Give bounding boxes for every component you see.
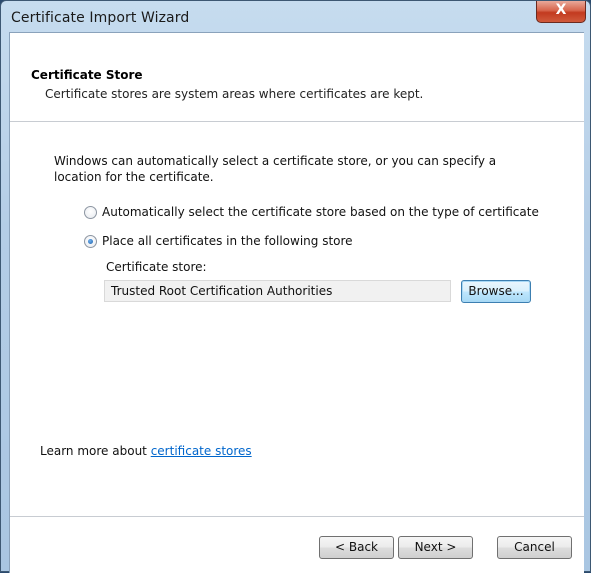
cancel-button[interactable]: Cancel [497,536,572,559]
title-bar[interactable]: Certificate Import Wizard X [1,1,590,35]
intro-text: Windows can automatically select a certi… [54,154,497,184]
certificate-store-label: Certificate store: [106,260,207,274]
wizard-window: Certificate Import Wizard X Certificate … [0,0,591,573]
window-title: Certificate Import Wizard [11,10,190,26]
place-in-store-label[interactable]: Place all certificates in the following … [102,234,353,248]
back-button[interactable]: < Back [319,536,394,559]
certificate-store-field: Trusted Root Certification Authorities [104,280,451,302]
place-in-store-radio[interactable] [84,235,97,248]
browse-button[interactable]: Browse... [461,280,531,303]
learn-more-prefix: Learn more about [40,444,151,458]
close-icon: X [555,2,567,18]
page-title: Certificate Store [31,68,143,82]
page-description: Certificate stores are system areas wher… [45,87,424,101]
close-button[interactable]: X [536,1,586,23]
learn-more-text: Learn more about certificate stores [40,444,252,458]
auto-select-radio[interactable] [84,206,97,219]
auto-select-label[interactable]: Automatically select the certificate sto… [102,205,539,219]
certificate-stores-link[interactable]: certificate stores [151,444,252,458]
footer-divider [10,516,584,517]
next-button[interactable]: Next > [398,536,473,559]
wizard-content: Certificate Store Certificate stores are… [9,32,584,573]
header-divider [10,121,584,122]
